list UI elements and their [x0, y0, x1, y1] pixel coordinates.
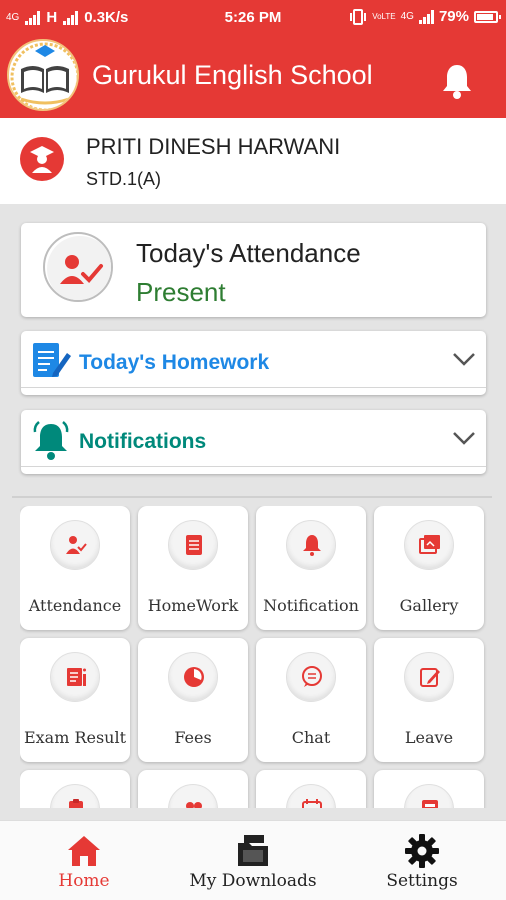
notifications-section[interactable]: Notifications: [21, 410, 486, 474]
volte-label: VoLTE: [372, 12, 396, 21]
attendance-icon: [50, 520, 100, 570]
tile-label: Leave: [404, 728, 454, 747]
homework-icon: [33, 343, 71, 377]
nav-my-downloads-label: My Downloads: [189, 871, 317, 891]
document-icon: [404, 784, 454, 808]
tile-partial[interactable]: [256, 770, 366, 808]
nav-settings[interactable]: Settings: [338, 821, 506, 900]
fees-icon: [168, 652, 218, 702]
bell-icon: [33, 421, 69, 460]
school-logo: [7, 39, 79, 111]
calendar-icon: [286, 784, 336, 808]
tile-notification[interactable]: Notification: [256, 506, 366, 630]
status-bar-right: VoLTE 4G 79%: [349, 8, 501, 25]
student-class: STD.1(A): [86, 169, 162, 189]
chevron-down-icon[interactable]: [452, 430, 476, 446]
notifications-title: Notifications: [79, 430, 207, 453]
attendance-status: Present: [136, 277, 226, 307]
tile-label: Fees: [174, 728, 212, 747]
status-bar: 4G H 0.3K/s 5:26 PM VoLTE 4G 79%: [0, 0, 506, 34]
network-type-3: 4G: [400, 11, 414, 22]
section-divider: [21, 387, 486, 388]
gear-icon: [405, 834, 439, 868]
homework-section[interactable]: Today's Homework: [21, 331, 486, 395]
graduate-icon: [30, 146, 54, 173]
exam-result-icon: [50, 652, 100, 702]
battery-percent: 79%: [438, 8, 469, 25]
student-header[interactable]: PRITI DINESH HARWANI STD.1(A): [0, 118, 506, 204]
tile-attendance[interactable]: Attendance: [20, 506, 130, 630]
tile-label: Exam Result: [23, 728, 127, 747]
tile-partial[interactable]: [20, 770, 130, 808]
tile-gallery[interactable]: Gallery: [374, 506, 484, 630]
tile-fees[interactable]: Fees: [138, 638, 248, 762]
tile-label: HomeWork: [147, 596, 239, 615]
home-icon: [68, 836, 100, 866]
vibrate-icon: [350, 8, 367, 25]
book-icon: [10, 42, 77, 109]
attendance-card[interactable]: Today's Attendance Present: [21, 223, 486, 317]
clipboard-icon: [50, 784, 100, 808]
chevron-down-icon[interactable]: [452, 351, 476, 367]
tile-label: Attendance: [28, 596, 122, 615]
chat-icon: [286, 652, 336, 702]
tile-label: Chat: [291, 728, 331, 747]
attendance-icon: [43, 232, 113, 302]
downloads-icon: [238, 835, 268, 866]
tile-label: Gallery: [399, 596, 459, 615]
homework-title: Today's Homework: [79, 351, 270, 374]
bell-icon[interactable]: [440, 62, 474, 100]
tile-exam-result[interactable]: Exam Result: [20, 638, 130, 762]
section-divider: [21, 466, 486, 467]
bottom-navigation: Home My Downloads Settings: [0, 820, 506, 900]
battery-icon: [474, 10, 501, 23]
nav-home[interactable]: Home: [0, 821, 168, 900]
nav-settings-label: Settings: [386, 871, 458, 891]
app-title: Gurukul English School: [92, 60, 373, 90]
nav-home-label: Home: [58, 871, 110, 891]
tile-label: Notification: [263, 596, 359, 615]
tile-chat[interactable]: Chat: [256, 638, 366, 762]
notification-icon: [286, 520, 336, 570]
divider: [12, 496, 492, 498]
homework-icon: [168, 520, 218, 570]
nav-my-downloads[interactable]: My Downloads: [169, 821, 337, 900]
student-avatar: [20, 137, 64, 181]
attendance-title: Today's Attendance: [136, 238, 361, 268]
app-bar: Gurukul English School: [0, 34, 506, 118]
tile-partial[interactable]: [138, 770, 248, 808]
tile-homework[interactable]: HomeWork: [138, 506, 248, 630]
gallery-icon: [404, 520, 454, 570]
tile-leave[interactable]: Leave: [374, 638, 484, 762]
leave-icon: [404, 652, 454, 702]
tile-partial[interactable]: [374, 770, 484, 808]
student-name: PRITI DINESH HARWANI: [86, 134, 341, 159]
group-icon: [168, 784, 218, 808]
menu-grid: Attendance HomeWork Notification Gallery…: [20, 506, 490, 808]
signal-icon: [418, 9, 434, 24]
